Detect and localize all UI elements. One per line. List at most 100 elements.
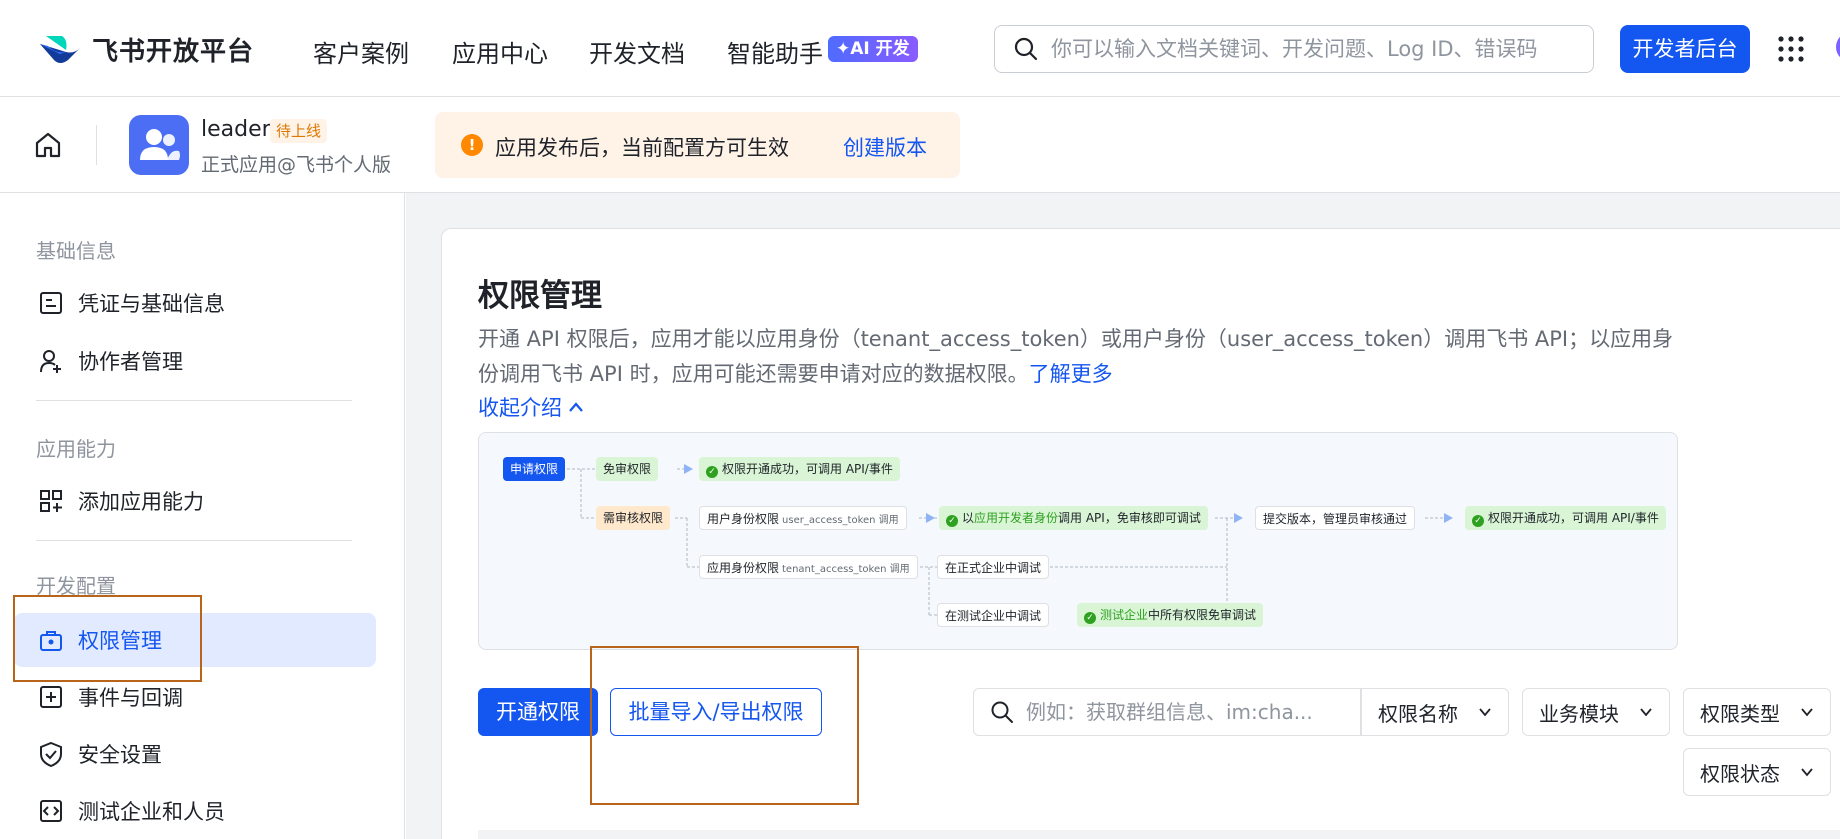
flow-test-all-free: ✓ 测试企业中所有权限免审调试 (1077, 603, 1264, 627)
check-icon: ✓ (1472, 515, 1484, 527)
flow-text: 以 (962, 511, 975, 525)
search-icon (991, 701, 1013, 723)
flow-prod-debug: 在正式企业中调试 (937, 555, 1050, 579)
warning-icon: ! (461, 134, 483, 156)
check-icon: ✓ (946, 515, 958, 527)
shield-icon (40, 741, 62, 767)
global-search[interactable] (994, 25, 1594, 73)
sidebar-item-label: 事件与回调 (78, 686, 183, 710)
app-subtitle: 正式应用@飞书个人版 (201, 154, 392, 176)
flow-success-2: ✓ 权限开通成功，可调用 API/事件 (1465, 506, 1666, 530)
nav-dev-docs[interactable]: 开发文档 (589, 34, 685, 69)
top-navbar: 飞书开放平台 客户案例 应用中心 开发文档 智能助手 ✦AI 开发 开发者后台 (0, 0, 1840, 97)
flow-text: 用户身份权限 (707, 512, 780, 526)
divider (96, 125, 97, 165)
sidebar-divider (36, 400, 352, 401)
flow-text: 调用 API，免审核即可调试 (1058, 511, 1201, 525)
user-avatar[interactable] (1836, 32, 1840, 62)
check-icon: ✓ (1084, 612, 1096, 624)
app-header: leader 待上线 正式应用@飞书个人版 ! 应用发布后，当前配置方可生效 创… (0, 97, 1840, 193)
flow-submit-version: 提交版本，管理员审核通过 (1255, 506, 1416, 530)
flow-text: 应用开发者身份 (974, 511, 1059, 525)
sidebar: 基础信息 凭证与基础信息 协作者管理 应用能力 添加应用能力 开发配置 权限管理… (0, 193, 405, 839)
collapse-label: 收起介绍 (478, 396, 562, 420)
search-input[interactable] (1051, 37, 1571, 61)
nav-customer-cases[interactable]: 客户案例 (313, 34, 409, 69)
flow-text: 中所有权限免审调试 (1148, 608, 1257, 622)
flow-text: 测试企业 (1100, 608, 1149, 622)
search-icon (1014, 37, 1038, 61)
nav-ai-assistant[interactable]: 智能助手 (727, 34, 823, 69)
app-grid-icon[interactable] (1778, 36, 1804, 62)
dropdown-label: 权限名称 (1378, 701, 1458, 726)
sidebar-item-label: 凭证与基础信息 (78, 292, 225, 316)
highlight-box-sidebar (13, 595, 202, 682)
collapse-intro-button[interactable]: 收起介绍 (478, 392, 584, 422)
flow-user-identity: 用户身份权限 user_access_token 调用 (699, 506, 907, 530)
logo-text: 飞书开放平台 (92, 37, 255, 67)
chevron-up-icon (569, 402, 583, 412)
flow-text: 应用身份权限 (707, 561, 780, 575)
flow-test-debug: 在测试企业中调试 (937, 603, 1050, 627)
credential-icon (40, 292, 62, 314)
publish-notice: ! 应用发布后，当前配置方可生效 创建版本 (435, 112, 960, 178)
chevron-down-icon (1479, 708, 1491, 717)
sidebar-divider (36, 540, 352, 541)
enable-permission-button[interactable]: 开通权限 (478, 688, 598, 736)
dropdown-label: 权限状态 (1700, 761, 1780, 786)
flow-note: tenant_access_token 调用 (782, 564, 910, 575)
permission-flow-diagram: 申请权限 免审权限 ✓ 权限开通成功，可调用 API/事件 需审核权限 用户身份权… (478, 432, 1678, 650)
dropdown-label: 业务模块 (1539, 701, 1619, 726)
sidebar-item-label: 测试企业和人员 (78, 800, 225, 824)
highlight-box-batch (590, 646, 859, 805)
nav-app-center[interactable]: 应用中心 (452, 34, 548, 69)
flow-app-identity: 应用身份权限 tenant_access_token 调用 (699, 555, 918, 579)
filter-permission-name[interactable]: 权限名称 (1361, 688, 1509, 736)
ai-dev-badge[interactable]: ✦AI 开发 (828, 36, 918, 62)
permission-table-header (478, 830, 1840, 839)
flow-note: user_access_token 调用 (782, 515, 899, 526)
status-badge: 待上线 (270, 119, 328, 143)
feishu-logo-icon (40, 35, 80, 63)
add-user-icon (40, 350, 61, 373)
filter-permission-type[interactable]: 权限类型 (1683, 688, 1831, 736)
chevron-down-icon (1801, 708, 1813, 717)
dropdown-label: 权限类型 (1700, 701, 1780, 726)
flow-free-permission: 免审权限 (596, 457, 659, 481)
permission-search[interactable] (973, 688, 1361, 736)
sidebar-item-test-enterprise[interactable]: 测试企业和人员 (14, 784, 376, 838)
app-avatar (129, 115, 189, 175)
filter-business-module[interactable]: 业务模块 (1522, 688, 1670, 736)
sidebar-group-capabilities: 应用能力 (36, 437, 116, 461)
flow-text: 权限开通成功，可调用 API/事件 (722, 462, 893, 476)
chevron-down-icon (1640, 708, 1652, 717)
notice-text: 应用发布后，当前配置方可生效 (495, 136, 789, 160)
logo[interactable]: 飞书开放平台 (38, 31, 254, 68)
chevron-down-icon (1801, 768, 1813, 777)
filter-permission-status[interactable]: 权限状态 (1683, 748, 1831, 796)
home-icon[interactable] (34, 131, 62, 159)
event-icon (40, 686, 62, 708)
flow-review-permission: 需审核权限 (596, 506, 671, 530)
create-version-link[interactable]: 创建版本 (843, 132, 927, 162)
app-name: leader (201, 117, 271, 142)
sidebar-item-label: 添加应用能力 (78, 490, 204, 514)
learn-more-link[interactable]: 了解更多 (1029, 362, 1113, 386)
page-description: 开通 API 权限后，应用才能以应用身份（tenant_access_token… (478, 322, 1688, 392)
permission-search-input[interactable] (1026, 700, 1346, 724)
flow-dev-identity: ✓ 以应用开发者身份调用 API，免审核即可调试 (939, 506, 1208, 530)
sidebar-item-security[interactable]: 安全设置 (14, 727, 376, 781)
sidebar-group-basic: 基础信息 (36, 239, 116, 263)
sidebar-item-label: 安全设置 (78, 743, 162, 767)
code-icon (40, 800, 62, 822)
sidebar-item-credentials[interactable]: 凭证与基础信息 (14, 276, 376, 330)
page-title: 权限管理 (478, 278, 602, 314)
team-icon (140, 129, 180, 160)
dev-console-button[interactable]: 开发者后台 (1620, 25, 1750, 73)
flow-apply-permission: 申请权限 (503, 457, 566, 481)
flow-success: ✓ 权限开通成功，可调用 API/事件 (699, 457, 900, 481)
apps-add-icon (40, 490, 62, 512)
sidebar-item-label: 协作者管理 (78, 350, 183, 374)
sidebar-item-collaborators[interactable]: 协作者管理 (14, 334, 376, 388)
sidebar-item-add-capability[interactable]: 添加应用能力 (14, 474, 376, 528)
